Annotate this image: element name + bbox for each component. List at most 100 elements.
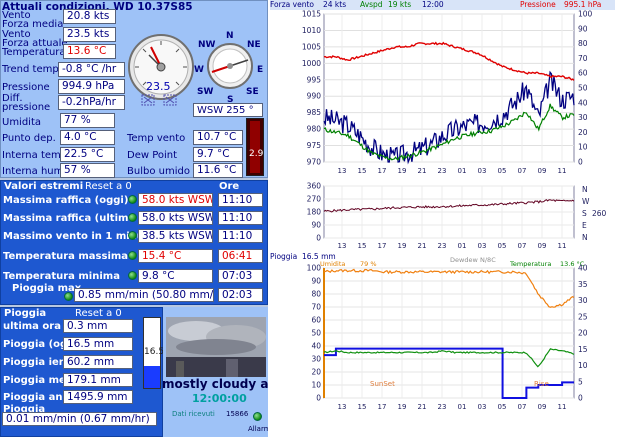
forza-vento-value: 24 kts — [323, 0, 347, 9]
extreme-time: 06:41 — [218, 249, 263, 263]
x-tick: 23 — [438, 167, 447, 175]
extremes-reset[interactable]: Reset a 0 — [85, 181, 132, 193]
extreme-time: 07:03 — [218, 269, 263, 283]
webcam-time: 12:00:00 — [192, 392, 247, 405]
extreme-value: 9.8 °C — [138, 269, 213, 283]
extremes-ore: Ore — [219, 181, 240, 192]
x-tick: 03 — [478, 242, 487, 250]
top-chart-header: Forza vento 24 kts Avspd 19 kts 12:00 Pr… — [270, 0, 615, 10]
y-tick-left: 1010 — [302, 26, 321, 35]
y-tick-right: 50 — [578, 84, 588, 93]
rain-row-value: 1495.9 mm — [63, 390, 133, 404]
gauge-value: 23.5 — [146, 80, 171, 93]
int-hum-value: 57 % — [60, 163, 115, 178]
x-tick: 09 — [538, 242, 547, 250]
rain-row-value: 179.1 mm — [63, 373, 133, 387]
dew-label: Dew Point — [127, 150, 178, 161]
compass-w: W — [194, 65, 204, 75]
x-tick: 23 — [438, 242, 447, 250]
rain-row-label: ultima ora — [3, 321, 61, 332]
x-tick: 23 — [438, 403, 447, 411]
y-tick-left: 360 — [307, 182, 322, 191]
y-tick-right: 0 — [578, 158, 583, 167]
x-tick: 05 — [498, 167, 507, 175]
y-tick-right: 100 — [578, 10, 593, 19]
bulbo-label: Bulbo umido — [127, 166, 190, 177]
status-dot — [128, 213, 137, 222]
thermometer-bar: 2.9 — [246, 118, 264, 176]
pressione-label: Pressione — [2, 82, 50, 93]
x-tick: 09 — [538, 403, 547, 411]
y-tick-right: 30 — [578, 296, 588, 305]
x-tick: 07 — [518, 403, 527, 411]
y-tick-right: 0 — [578, 394, 583, 403]
y-tick-right: 15 — [578, 345, 588, 354]
y-tick-left: 180 — [307, 208, 322, 217]
int-hum-label: Interna hum — [2, 166, 64, 177]
y-tick-left: 80 — [311, 290, 321, 299]
dir-value: 260 — [592, 209, 607, 218]
y-tick-left: 975 — [307, 141, 322, 150]
y-tick-right: 35 — [578, 280, 588, 289]
extreme-label: Temperatura massima — [3, 251, 129, 262]
y-tick-left: 50 — [311, 329, 321, 338]
time-value: 12:00 — [422, 0, 444, 9]
status-dot — [128, 271, 137, 280]
x-tick: 01 — [458, 242, 467, 250]
status-dot — [128, 231, 137, 240]
dir-axis-label: N — [582, 185, 588, 194]
punto-label: Punto dep. — [2, 133, 56, 144]
y-tick-left: 1000 — [302, 59, 321, 68]
dew-value: 9.7 °C — [193, 147, 243, 162]
sunrise-label: Rise — [534, 380, 549, 388]
y-tick-right: 20 — [578, 128, 588, 137]
x-tick: 11 — [558, 403, 567, 411]
y-tick-left: 100 — [307, 264, 322, 273]
pressione-chart-label: Pressione — [520, 0, 556, 9]
rain-bar-value: 16.5 — [144, 347, 165, 357]
avspd-label: Avspd — [360, 0, 383, 9]
vento-attuale-value: 23.5 kts — [63, 27, 116, 42]
extreme-time: 11:10 — [218, 211, 263, 225]
sunset-label: SunSet — [370, 380, 395, 388]
rain-humidity-temp-chart: 0102030405060708090100051015202530354013… — [307, 264, 588, 411]
webcam-image — [166, 317, 266, 377]
x-tick: 15 — [358, 403, 367, 411]
rain-row-value: 60.2 mm — [63, 355, 133, 369]
wind-direction-chart: 09018027036013 15 17 19 21 23 01 03 05 07 09 11NWSE… — [307, 182, 607, 251]
x-tick: 13 — [338, 167, 347, 175]
y-tick-right: 10 — [578, 361, 588, 370]
extreme-time: 11:10 — [218, 193, 263, 207]
y-tick-left: 1015 — [302, 10, 321, 19]
temp-vento-label: Temp vento — [127, 133, 186, 144]
x-tick: 17 — [378, 242, 387, 250]
status-dot-pioggia-max — [64, 292, 73, 301]
status-dot — [128, 195, 137, 204]
temperatura-value: 13.6 °C — [63, 44, 116, 59]
compass-n: N — [226, 31, 234, 41]
x-tick: 13 — [338, 403, 347, 411]
x-tick: 07 — [518, 242, 527, 250]
x-tick: 17 — [378, 403, 387, 411]
x-tick: 09 — [538, 167, 547, 175]
x-tick: 01 — [458, 403, 467, 411]
y-tick-right: 60 — [578, 69, 588, 78]
arrows-icon — [141, 94, 177, 106]
allarm-light — [253, 412, 262, 421]
compass-e: E — [257, 65, 264, 75]
trend-label: Trend temp — [2, 64, 59, 75]
y-tick-left: 0 — [316, 234, 321, 243]
x-tick: 21 — [418, 403, 427, 411]
x-tick: 03 — [478, 167, 487, 175]
x-tick: 15 — [358, 167, 367, 175]
y-tick-left: 985 — [307, 108, 322, 117]
x-tick: 03 — [478, 403, 487, 411]
pressione-value: 994.9 hPa — [58, 79, 125, 94]
webcam-description: mostly cloudy an — [162, 377, 277, 391]
y-tick-left: 980 — [307, 125, 322, 134]
status-dot — [128, 251, 137, 260]
y-tick-left: 30 — [311, 355, 321, 364]
y-tick-left: 270 — [307, 195, 322, 204]
received-value: 15866 — [226, 410, 249, 418]
y-tick-right: 70 — [578, 54, 588, 63]
